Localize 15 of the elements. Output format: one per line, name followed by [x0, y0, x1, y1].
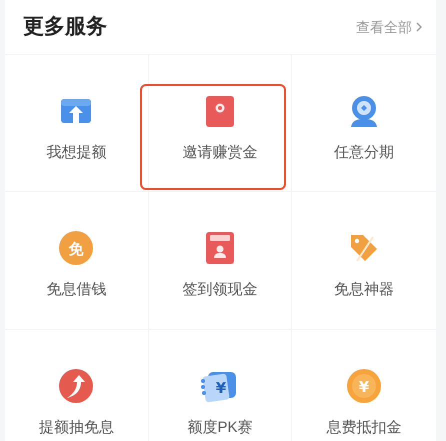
service-label[interactable]: 任意分期 — [334, 142, 394, 164]
coin-icon: ¥ — [346, 368, 382, 404]
service-label[interactable]: 邀请赚赏金 — [182, 142, 258, 164]
service-label[interactable]: 我想提额 — [46, 142, 106, 164]
service-label[interactable]: 息费抵扣金 — [326, 417, 402, 440]
section-title: 更多服务 — [23, 14, 107, 40]
service-label[interactable]: 签到领现金 — [182, 279, 258, 302]
service-label[interactable]: 额度PK赛 — [187, 417, 252, 440]
chevron-right-icon — [416, 22, 422, 32]
service-label[interactable]: 免息神器 — [334, 279, 394, 302]
coin-icon: 免 — [58, 230, 94, 266]
service-label[interactable]: 免息借钱 — [46, 279, 106, 302]
up-arrow-coin-icon — [58, 368, 94, 404]
id-card-icon — [204, 231, 235, 265]
service-label[interactable]: 提额抽免息 — [38, 417, 114, 440]
